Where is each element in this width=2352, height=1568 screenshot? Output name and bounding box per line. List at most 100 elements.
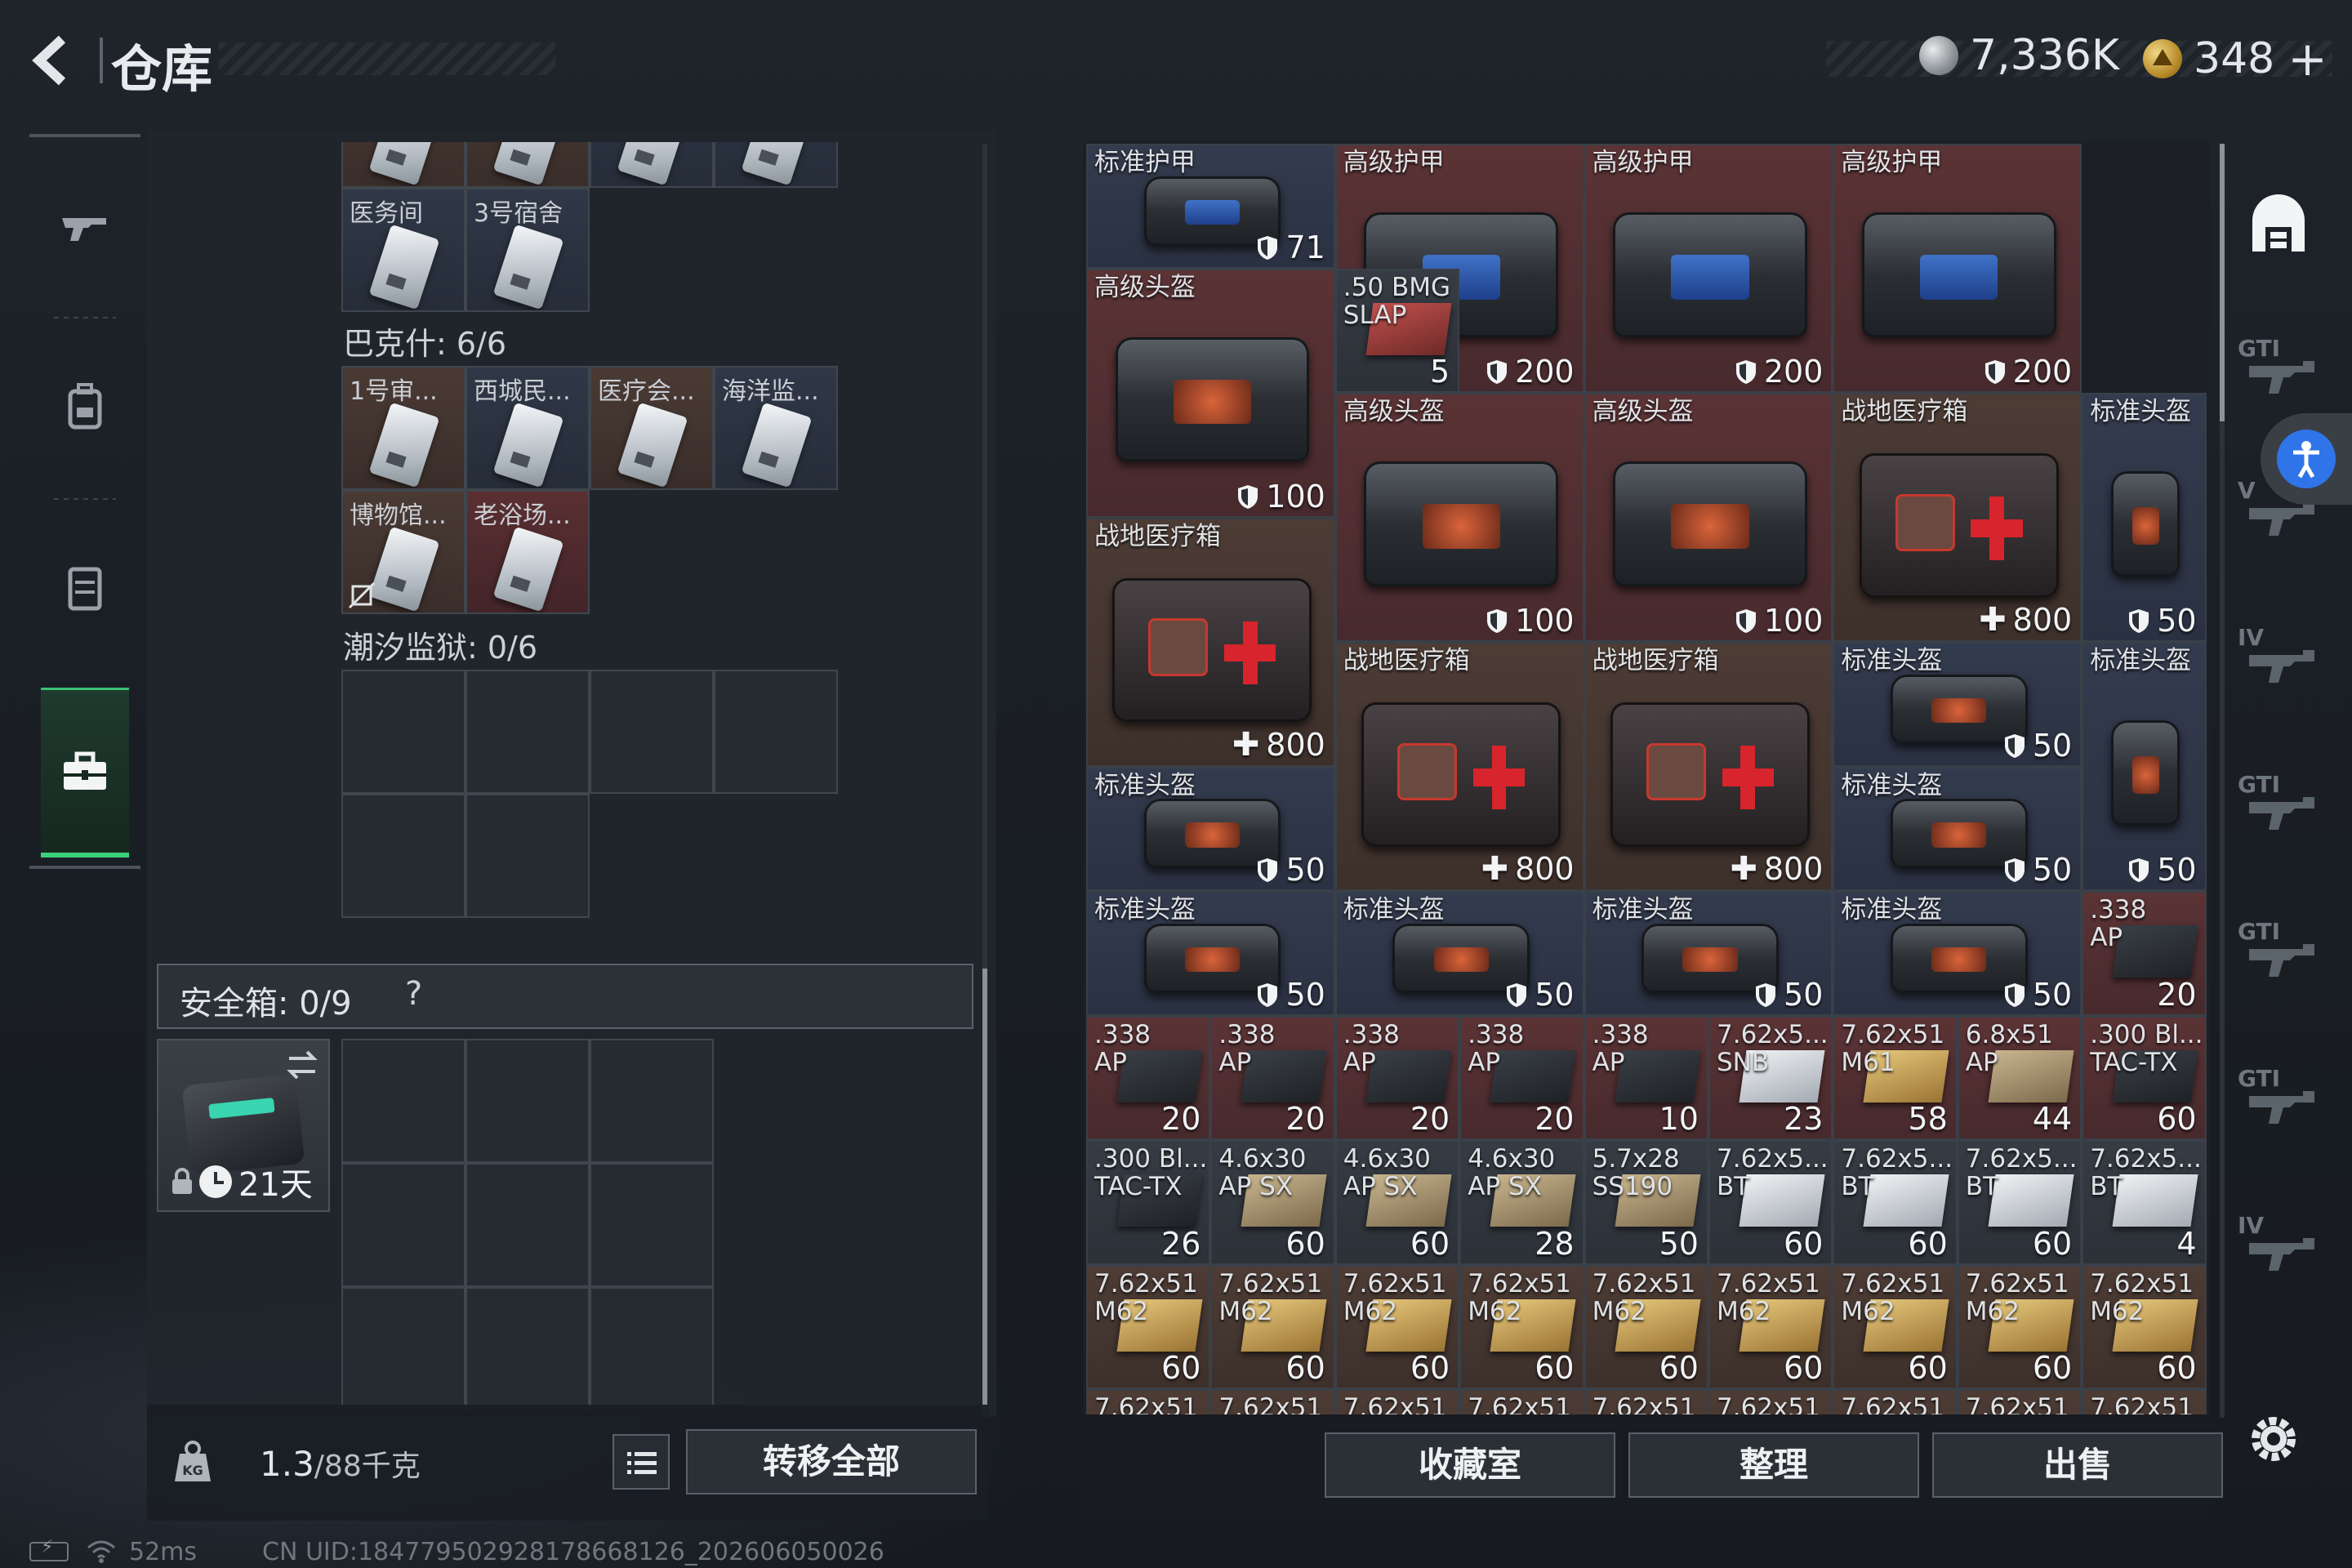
inventory-item[interactable]: .338 AP 20: [1459, 1015, 1584, 1140]
inventory-item[interactable]: 标准头盔 50: [1833, 766, 2082, 891]
inventory-item[interactable]: 标准护甲 71: [1086, 144, 1335, 269]
empty-slot[interactable]: [341, 794, 466, 918]
safe-slot[interactable]: [341, 1287, 466, 1411]
weapon-slot[interactable]: GTI: [2238, 915, 2323, 988]
weapon-slot[interactable]: IV: [2238, 1209, 2323, 1282]
inventory-item[interactable]: 标准头盔 50: [1086, 891, 1335, 1016]
inventory-item[interactable]: 7.62x51 M62 60: [1833, 1264, 1958, 1389]
inventory-item[interactable]: 标准头盔 50: [2082, 642, 2207, 891]
back-button[interactable]: [24, 31, 90, 90]
inventory-item[interactable]: 7.62x51 M62 60: [2082, 1264, 2207, 1389]
collection-room-button[interactable]: 收藏室: [1325, 1432, 1615, 1498]
inventory-item[interactable]: 战地医疗箱 ✚ 800: [1833, 393, 2082, 642]
inventory-item[interactable]: 高级头盔 100: [1584, 393, 1833, 642]
inventory-item[interactable]: .50 BMG SLAP 5: [1334, 268, 1460, 393]
inventory-item[interactable]: .338 AP 20: [1086, 1015, 1211, 1140]
keycard-slot[interactable]: 1号审...: [341, 366, 466, 490]
safe-slot[interactable]: [466, 1163, 590, 1287]
inventory-item[interactable]: 高级头盔 100: [1086, 268, 1335, 518]
safe-help-button[interactable]: ?: [405, 975, 422, 1013]
weapon-slot[interactable]: GTI: [2238, 332, 2323, 405]
safe-slot[interactable]: [341, 1163, 466, 1287]
inventory-item[interactable]: 7.62x5... BT 60: [1957, 1140, 2082, 1265]
keycard-slot[interactable]: 老浴场...: [466, 490, 590, 614]
inventory-item[interactable]: 7.62x5... BT 60: [1833, 1140, 1958, 1265]
accessibility-button[interactable]: [2261, 413, 2352, 505]
sort-button[interactable]: 整理: [1628, 1432, 1919, 1498]
inventory-item[interactable]: 高级头盔 100: [1334, 393, 1584, 642]
inventory-item[interactable]: 7.62x51 M62 60: [1584, 1264, 1708, 1389]
inventory-item[interactable]: 7.62x5... BT 60: [1708, 1140, 1833, 1265]
settings-gear-icon[interactable]: [2243, 1408, 2305, 1470]
inventory-item[interactable]: 7.62x5... SNB 23: [1708, 1015, 1833, 1140]
inventory-item[interactable]: .300 Bl... TAC-TX 26: [1086, 1140, 1211, 1265]
inventory-item[interactable]: 标准头盔 50: [1086, 766, 1335, 891]
safe-slot[interactable]: [590, 1163, 714, 1287]
empty-slot[interactable]: [714, 670, 838, 794]
right-scroll-thumb[interactable]: [2220, 144, 2225, 421]
inventory-item[interactable]: .300 Bl... TAC-TX 60: [2082, 1015, 2207, 1140]
inventory-item[interactable]: 7.62x51: [1708, 1389, 1833, 1414]
inventory-item[interactable]: 7.62x51: [1957, 1389, 2082, 1414]
transfer-all-button[interactable]: 转移全部: [686, 1429, 977, 1494]
inventory-item[interactable]: 标准头盔 50: [1833, 642, 2082, 767]
inventory-item[interactable]: 高级护甲 200: [1833, 144, 2082, 393]
inventory-item[interactable]: 4.6x30 AP SX 60: [1210, 1140, 1335, 1265]
inventory-item[interactable]: 战地医疗箱 ✚ 800: [1334, 642, 1584, 891]
keycard-slot[interactable]: 医务间: [341, 188, 466, 312]
keycard-slot[interactable]: 3号宿舍: [466, 188, 590, 312]
add-currency-button[interactable]: +: [2287, 31, 2328, 87]
keycard-slot[interactable]: 医疗会...: [590, 366, 714, 490]
inventory-item[interactable]: 7.62x51 M61 58: [1833, 1015, 1958, 1140]
empty-slot[interactable]: [590, 670, 714, 794]
swap-icon[interactable]: [284, 1047, 320, 1083]
rail-tab-vest[interactable]: [41, 542, 129, 632]
inventory-item[interactable]: 7.62x51: [1459, 1389, 1584, 1414]
warehouse-tab[interactable]: [2246, 193, 2328, 263]
inventory-item[interactable]: 高级护甲 200: [1584, 144, 1833, 393]
inventory-item[interactable]: 7.62x51: [1086, 1389, 1211, 1414]
safe-slot[interactable]: [590, 1287, 714, 1411]
safe-slot[interactable]: [466, 1039, 590, 1163]
right-scrollbar[interactable]: [2220, 144, 2225, 1418]
inventory-item[interactable]: 标准头盔 50: [1334, 891, 1584, 1016]
safe-slot[interactable]: [466, 1287, 590, 1411]
keycard-slot[interactable]: 西城民...: [466, 366, 590, 490]
weapon-slot[interactable]: GTI: [2238, 768, 2323, 841]
safe-slot[interactable]: [590, 1039, 714, 1163]
inventory-item[interactable]: 7.62x51: [1334, 1389, 1460, 1414]
left-scrollbar[interactable]: [982, 144, 987, 1418]
inventory-item[interactable]: 7.62x5... BT 4: [2082, 1140, 2207, 1265]
rail-tab-weapons[interactable]: [41, 181, 129, 271]
inventory-item[interactable]: .338 AP 10: [1584, 1015, 1708, 1140]
empty-slot[interactable]: [466, 794, 590, 918]
inventory-item[interactable]: 标准头盔 50: [1833, 891, 2082, 1016]
inventory-item[interactable]: 7.62x51 M62 60: [1334, 1264, 1460, 1389]
inventory-item[interactable]: 7.62x51: [1584, 1389, 1708, 1414]
inventory-item[interactable]: 标准头盔 50: [2082, 393, 2207, 642]
inventory-item[interactable]: 7.62x51: [1210, 1389, 1335, 1414]
inventory-item[interactable]: 7.62x51: [1833, 1389, 1958, 1414]
empty-slot[interactable]: [466, 670, 590, 794]
weapon-slot[interactable]: GTI: [2238, 1062, 2323, 1135]
inventory-item[interactable]: 战地医疗箱 ✚ 800: [1584, 642, 1833, 891]
inventory-item[interactable]: 7.62x51 M62 60: [1957, 1264, 2082, 1389]
sell-button[interactable]: 出售: [1932, 1432, 2223, 1498]
rail-tab-toolbox[interactable]: [41, 688, 129, 858]
safe-slot[interactable]: [341, 1039, 466, 1163]
inventory-item[interactable]: 标准头盔 50: [1584, 891, 1833, 1016]
rail-tab-backpack[interactable]: [41, 361, 129, 451]
inventory-item[interactable]: .338 AP 20: [1210, 1015, 1335, 1140]
inventory-item[interactable]: 7.62x51 M62 60: [1459, 1264, 1584, 1389]
inventory-item[interactable]: 7.62x51 M62 60: [1086, 1264, 1211, 1389]
inventory-item[interactable]: 5.7x28 SS190 50: [1584, 1140, 1708, 1265]
inventory-item[interactable]: 战地医疗箱 ✚ 800: [1086, 517, 1335, 767]
empty-slot[interactable]: [341, 670, 466, 794]
inventory-item[interactable]: 7.62x51 M62 60: [1210, 1264, 1335, 1389]
inventory-item[interactable]: 6.8x51 AP 44: [1957, 1015, 2082, 1140]
inventory-item[interactable]: 7.62x51: [2082, 1389, 2207, 1414]
keycard-slot[interactable]: 博物馆...: [341, 490, 466, 614]
weapon-slot[interactable]: IV: [2238, 621, 2323, 694]
inventory-item[interactable]: 4.6x30 AP SX 60: [1334, 1140, 1460, 1265]
list-view-button[interactable]: [612, 1434, 670, 1490]
